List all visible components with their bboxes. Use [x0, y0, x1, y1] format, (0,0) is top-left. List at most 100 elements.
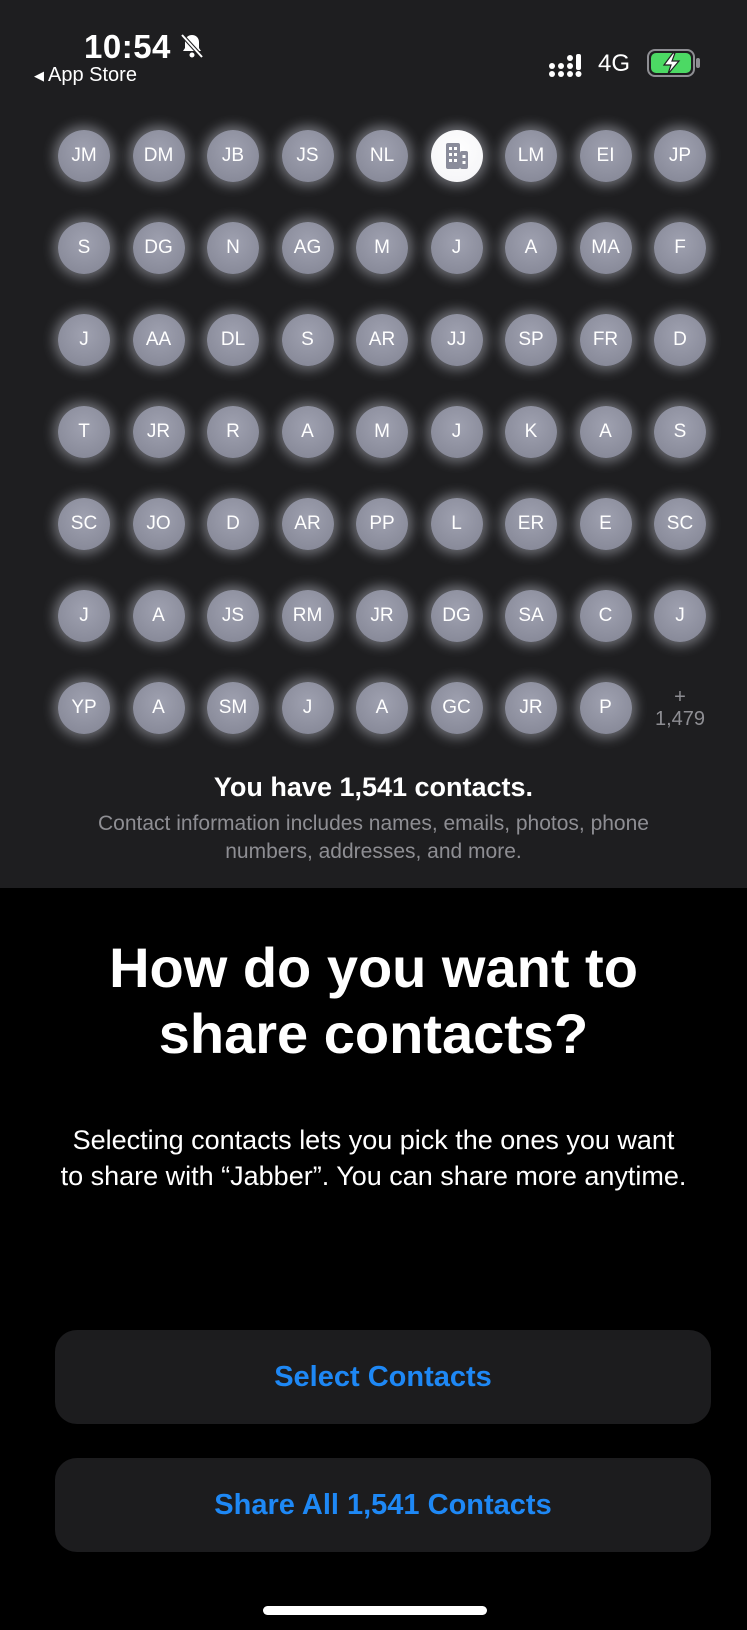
- contact-initials: JS: [221, 605, 245, 626]
- contact-initials: GC: [442, 697, 471, 718]
- contact-avatar: J: [430, 222, 483, 274]
- contact-avatar: M: [356, 406, 408, 458]
- contact-initials: JJ: [447, 329, 466, 350]
- contact-avatar: S: [281, 314, 334, 366]
- contact-initials: DG: [144, 237, 173, 258]
- back-arrow-icon: ◀: [34, 67, 44, 83]
- contact-initials: J: [451, 237, 462, 258]
- contact-initials: JR: [146, 421, 171, 442]
- contact-avatar: AR: [281, 498, 334, 550]
- contact-avatar: D: [207, 498, 259, 550]
- contact-avatar: JB: [207, 130, 259, 182]
- back-to-app-store-link[interactable]: ◀ App Store: [34, 64, 137, 87]
- building-icon: [445, 143, 468, 169]
- contact-avatar: AR: [356, 314, 408, 366]
- contact-initials: JO: [146, 513, 171, 534]
- contact-initials: M: [374, 237, 390, 258]
- contact-initials: SC: [666, 513, 694, 534]
- contact-avatar: A: [281, 406, 334, 458]
- contact-initials: YP: [71, 697, 97, 718]
- contact-avatar: C: [579, 590, 632, 642]
- contact-avatar: M: [356, 222, 408, 274]
- select-contacts-button[interactable]: Select Contacts: [55, 1330, 711, 1424]
- contact-initials: JS: [296, 145, 319, 166]
- contact-initials: SM: [218, 697, 248, 718]
- contact-avatar: T: [58, 406, 110, 458]
- contact-avatar: J: [58, 590, 110, 642]
- contact-avatar: EI: [579, 130, 632, 182]
- contact-initials: EI: [596, 145, 615, 166]
- contact-avatar: NL: [356, 130, 408, 182]
- contact-avatar: JO: [132, 498, 185, 550]
- contact-initials: S: [301, 329, 314, 350]
- contact-initials: A: [152, 605, 165, 626]
- contact-initials: J: [451, 421, 462, 442]
- contact-initials: C: [598, 605, 613, 626]
- contacts-description: Contact information includes names, emai…: [98, 812, 649, 863]
- contact-avatar: SM: [207, 682, 259, 734]
- contact-avatar: RM: [281, 590, 334, 642]
- contact-avatar: MA: [579, 222, 632, 274]
- contact-initials: L: [451, 513, 462, 534]
- contact-avatar: A: [505, 222, 557, 274]
- contact-avatar: J: [654, 590, 706, 642]
- contact-initials: E: [599, 513, 612, 534]
- more-contacts-count: +1,479: [650, 682, 710, 734]
- contact-initials: K: [524, 421, 538, 442]
- contact-avatar: FR: [579, 314, 632, 366]
- contacts-preview-panel: 10:54 ◀ App Store 4G JM DM JB JS NL LM E…: [0, 0, 747, 888]
- home-indicator[interactable]: [263, 1606, 487, 1615]
- more-plus: +: [674, 686, 686, 708]
- contact-initials: ER: [517, 513, 545, 534]
- contact-initials: AR: [294, 513, 321, 534]
- contact-avatar: J: [58, 314, 110, 366]
- battery-charging-icon: [647, 49, 700, 77]
- contact-avatar: J: [281, 682, 334, 734]
- business-contact-avatar: [430, 130, 483, 182]
- share-all-contacts-button[interactable]: Share All 1,541 Contacts: [55, 1458, 711, 1552]
- contact-avatar: LM: [505, 130, 557, 182]
- contact-avatar: JR: [132, 406, 185, 458]
- contact-avatar: D: [654, 314, 706, 366]
- contact-initials: T: [78, 421, 90, 442]
- contact-avatar: A: [132, 682, 185, 734]
- scroll-fade: [0, 1262, 747, 1322]
- contact-avatar: AA: [132, 314, 185, 366]
- contact-initials: DG: [442, 605, 471, 626]
- contact-initials: S: [77, 237, 91, 258]
- contact-avatar: JR: [505, 682, 557, 734]
- contact-initials: JR: [519, 697, 543, 718]
- contact-initials: A: [524, 237, 538, 258]
- contact-initials: JM: [71, 145, 97, 166]
- contact-initials: AA: [145, 329, 172, 350]
- contact-avatar: SC: [58, 498, 110, 550]
- contact-avatar: PP: [356, 498, 408, 550]
- contact-avatar: F: [654, 222, 706, 274]
- more-number: 1,479: [654, 708, 706, 730]
- contact-initials: FR: [592, 329, 619, 350]
- contact-avatar: A: [132, 590, 185, 642]
- contact-avatar: DM: [132, 130, 185, 182]
- contact-avatar: P: [579, 682, 632, 734]
- contact-avatar: JP: [654, 130, 706, 182]
- contact-avatar: A: [356, 682, 408, 734]
- contact-initials: LM: [517, 145, 545, 166]
- contact-initials: MA: [591, 237, 620, 258]
- contact-initials: JR: [370, 605, 394, 626]
- contact-avatar: JJ: [430, 314, 483, 366]
- page-title: How do you want to share contacts?: [109, 936, 638, 1065]
- contact-avatar: S: [58, 222, 110, 274]
- contact-initials: A: [599, 421, 612, 442]
- contact-initials: F: [674, 237, 686, 258]
- contact-initials: M: [374, 421, 390, 442]
- contact-avatar: GC: [430, 682, 483, 734]
- network-type: 4G: [598, 50, 631, 77]
- contact-avatar: JS: [281, 130, 334, 182]
- contact-initials: SC: [70, 513, 98, 534]
- contact-initials: J: [675, 605, 685, 626]
- contact-initials: N: [226, 237, 240, 258]
- contact-avatar: AG: [281, 222, 334, 274]
- back-app-label: App Store: [48, 64, 137, 86]
- contact-initials: A: [301, 421, 314, 442]
- contact-avatar: S: [654, 406, 706, 458]
